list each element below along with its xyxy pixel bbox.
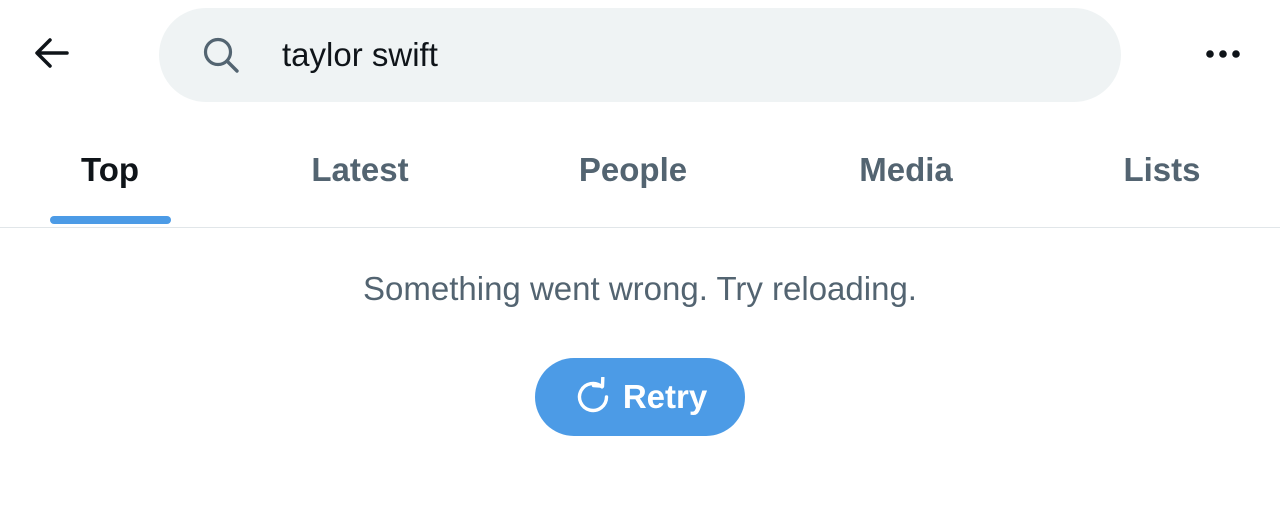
tab-label: Lists [1123,151,1201,188]
tab-people[interactable]: People [553,118,713,228]
more-options-button[interactable] [1196,30,1250,80]
tab-label: People [578,151,688,188]
tab-label: Media [859,151,953,188]
tab-label: Top [80,151,140,188]
search-input[interactable] [282,30,1082,80]
search-icon [200,34,242,76]
tab-top[interactable]: Top [30,118,190,228]
tab-label: Latest [311,151,409,188]
more-horizontal-icon [1205,46,1241,64]
back-button[interactable] [22,28,82,82]
tab-media[interactable]: Media [826,118,986,228]
retry-label: Retry [622,378,708,415]
tab-latest[interactable]: Latest [280,118,440,228]
arrow-left-icon [34,37,70,74]
error-message: Something went wrong. Try reloading. [363,270,917,307]
top-bar [0,0,1280,110]
retry-button[interactable]: Retry [535,358,745,436]
active-tab-indicator [50,216,171,224]
refresh-icon [573,377,613,417]
tab-lists[interactable]: Lists [1082,118,1242,228]
search-tabs: Top Latest People Media Lists [0,118,1280,228]
